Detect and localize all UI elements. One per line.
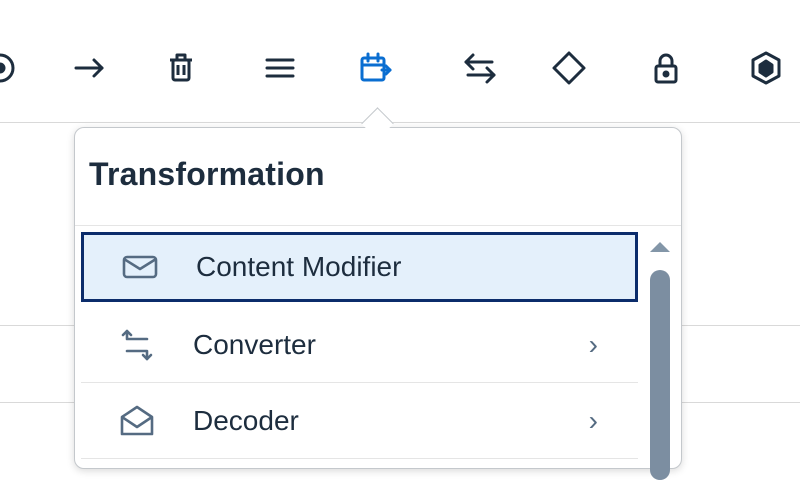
lock-icon[interactable] xyxy=(642,44,690,92)
scroll-up-arrow[interactable] xyxy=(650,242,670,252)
transformation-icon[interactable] xyxy=(352,44,400,92)
trash-icon[interactable] xyxy=(157,44,205,92)
circle-partial-icon[interactable] xyxy=(0,44,24,92)
popover-divider xyxy=(75,225,681,226)
diamond-icon[interactable] xyxy=(545,44,593,92)
menu-item-content-modifier[interactable]: Content Modifier xyxy=(81,232,638,302)
swap-icon[interactable] xyxy=(456,44,504,92)
transformation-popover: Transformation Content Modifier Converte… xyxy=(74,127,682,480)
chevron-right-icon: › xyxy=(588,329,598,360)
scrollbar-thumb[interactable] xyxy=(650,270,670,480)
open-envelope-icon xyxy=(117,401,181,441)
popover-title: Transformation xyxy=(89,156,325,192)
envelope-icon xyxy=(120,247,184,287)
menu-icon[interactable] xyxy=(256,44,304,92)
menu-item-label: Decoder xyxy=(193,405,299,436)
arrow-right-icon[interactable] xyxy=(66,44,114,92)
menu-item-label: Converter xyxy=(193,329,316,360)
menu-item-decoder[interactable]: Decoder › xyxy=(81,384,638,459)
converter-icon xyxy=(117,325,181,365)
menu-item-label: Content Modifier xyxy=(196,251,402,282)
toolbar xyxy=(0,0,800,123)
chevron-right-icon: › xyxy=(588,405,598,436)
cube-icon[interactable] xyxy=(742,44,790,92)
menu-item-converter[interactable]: Converter › xyxy=(81,308,638,383)
